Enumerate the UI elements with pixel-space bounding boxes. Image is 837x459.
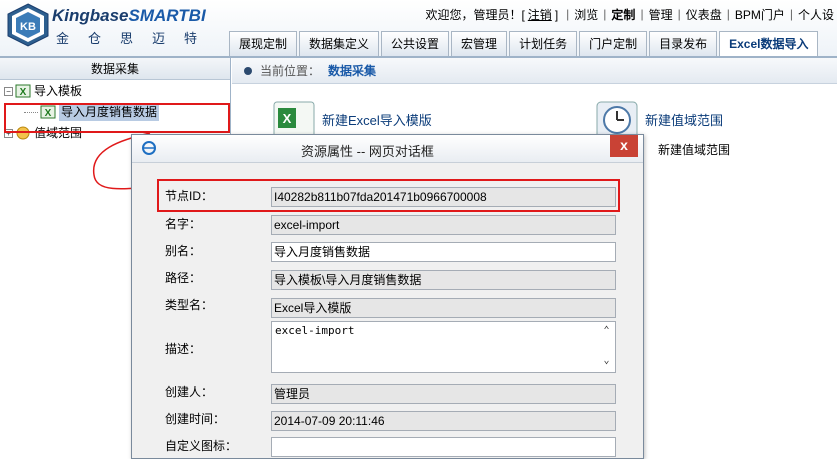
customize-link[interactable]: 定制: [608, 6, 638, 23]
browse-link[interactable]: 浏览: [571, 6, 601, 23]
scroll-up-icon[interactable]: ⌃: [600, 324, 613, 338]
new-value-range-link[interactable]: 新建值域范围: [645, 110, 723, 129]
tab-macro-management[interactable]: 宏管理: [451, 31, 508, 57]
new-excel-template-link[interactable]: 新建Excel导入模版: [322, 110, 432, 129]
description-textarea[interactable]: excel-import ⌃ ⌄: [271, 321, 616, 373]
logo-title: KingbaseSMARTBI: [52, 6, 206, 25]
top-links-bar: 欢迎您，管理员！[注销] | 浏览 | 定制 | 管理 | 仪表盘 | BPM门…: [419, 6, 837, 22]
path-field: 导入模板\导入月度销售数据: [271, 270, 616, 290]
annotation-highlight-node-id: [157, 179, 620, 212]
svg-text:X: X: [20, 87, 27, 98]
bullet-icon: [244, 66, 252, 75]
logo-subtitle: 金仓思迈特: [56, 32, 217, 47]
created-time-label: 创建时间：: [165, 412, 226, 426]
tab-excel-import[interactable]: Excel数据导入: [719, 31, 819, 57]
path-label: 路径：: [165, 271, 202, 285]
svg-text:KB: KB: [20, 21, 36, 33]
description-text: excel-import: [275, 324, 355, 337]
welcome-text: 欢迎您，管理员！[注销]: [425, 7, 559, 22]
left-panel-title: 数据采集: [0, 58, 230, 80]
dialog-title: 资源属性 -- 网页对话框: [301, 144, 434, 159]
manage-link[interactable]: 管理: [646, 6, 676, 23]
kingbase-logo-icon: KB: [6, 2, 50, 48]
type-label: 类型名：: [165, 298, 214, 312]
collapse-icon[interactable]: −: [4, 86, 13, 96]
tab-portal-custom[interactable]: 门户定制: [579, 31, 648, 57]
main-tabs: 展现定制 数据集定义 公共设置 宏管理 计划任务 门户定制 目录发布 Excel…: [229, 31, 820, 57]
creator-field: 管理员: [271, 384, 616, 404]
svg-text:X: X: [283, 111, 292, 126]
dashboard-link[interactable]: 仪表盘: [683, 6, 725, 23]
scroll-down-icon[interactable]: ⌄: [600, 354, 613, 368]
personal-settings-link[interactable]: 个人设: [795, 6, 837, 23]
bpm-portal-link[interactable]: BPM门户: [732, 6, 788, 23]
tab-dataset-definition[interactable]: 数据集定义: [299, 31, 380, 57]
logout-link[interactable]: 注销: [528, 8, 552, 22]
breadcrumb-label: 当前位置：: [260, 64, 321, 78]
app-header: KB KingbaseSMARTBI 金仓思迈特 欢迎您，管理员！[注销] | …: [0, 0, 837, 57]
description-scrollbar[interactable]: ⌃ ⌄: [598, 322, 615, 372]
alias-input[interactable]: 导入月度销售数据: [271, 242, 616, 262]
tab-public-settings[interactable]: 公共设置: [381, 31, 450, 57]
custom-icon-label: 自定义图标：: [165, 439, 238, 453]
breadcrumb-current[interactable]: 数据采集: [328, 62, 376, 79]
close-button[interactable]: x: [610, 135, 638, 157]
created-time-field: 2014-07-09 20:11:46: [271, 411, 616, 431]
creator-label: 创建人：: [165, 385, 214, 399]
tree-node-import-templates[interactable]: − X 导入模板: [4, 82, 82, 100]
dialog-titlebar: 资源属性 -- 网页对话框 x: [132, 135, 643, 163]
tab-scheduled-tasks[interactable]: 计划任务: [509, 31, 578, 57]
excel-folder-icon: X: [15, 84, 31, 98]
tree-label: 导入模板: [34, 84, 83, 98]
custom-icon-input[interactable]: [271, 437, 616, 457]
alias-label: 别名：: [165, 244, 202, 258]
name-label: 名字：: [165, 217, 202, 231]
tab-display-custom[interactable]: 展现定制: [229, 31, 298, 57]
desc-label: 描述：: [165, 342, 202, 356]
tab-catalog-publish[interactable]: 目录发布: [649, 31, 718, 57]
type-field: Excel导入模版: [271, 298, 616, 318]
value-range-subtext: 新建值域范围: [658, 143, 731, 157]
breadcrumb: 当前位置： 数据采集: [232, 58, 837, 84]
name-field: excel-import: [271, 215, 616, 235]
